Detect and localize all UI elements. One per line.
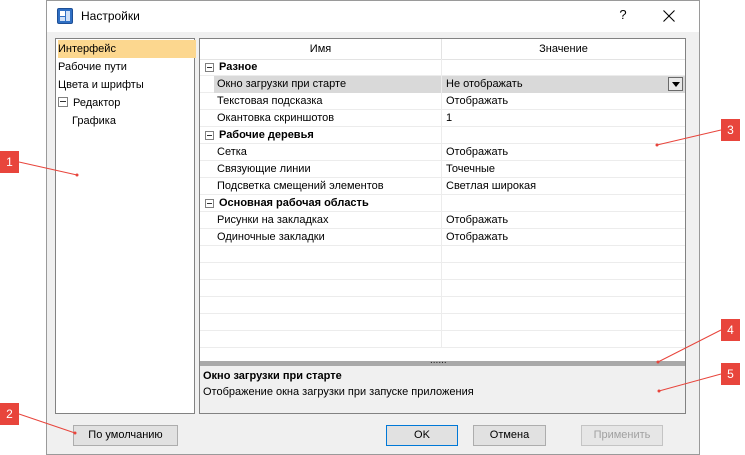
callout-5: 5 (721, 363, 740, 385)
callout-2: 2 (0, 403, 19, 425)
callout-1: 1 (0, 151, 19, 173)
callout-4: 4 (721, 319, 740, 341)
callout-lines (18, 129, 722, 435)
callout-3: 3 (721, 119, 740, 141)
